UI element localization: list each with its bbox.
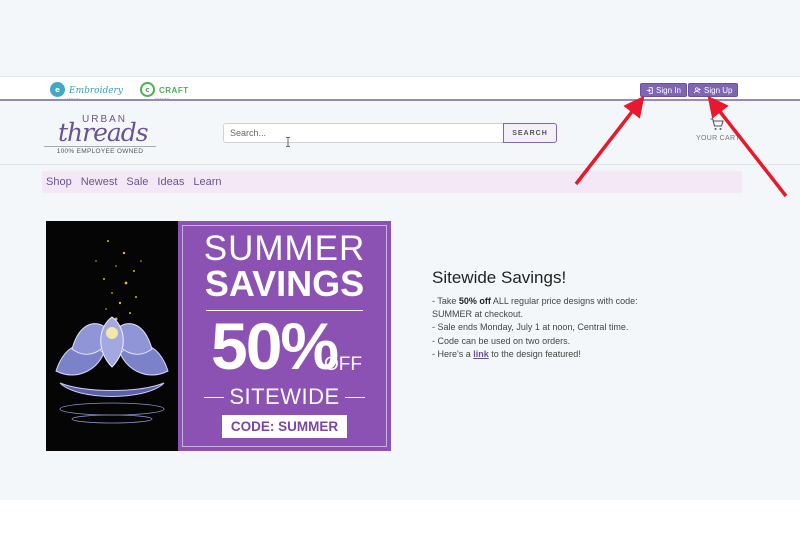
banner-code-badge: CODE: SUMMER xyxy=(222,415,347,438)
sale-line-2: SUMMER at checkout. xyxy=(432,309,524,320)
lotus-design-image xyxy=(46,221,178,451)
embroidery-name: Embroidery xyxy=(69,86,123,96)
design-link[interactable]: link xyxy=(473,349,489,359)
header-divider xyxy=(0,164,800,165)
text-cursor-icon xyxy=(286,137,290,147)
search-form: SEARCH xyxy=(223,123,557,143)
nav-learn[interactable]: Learn xyxy=(193,176,221,188)
embroidery-sub: LIBRARY xyxy=(65,97,81,101)
craft-name: CRAFT xyxy=(159,86,189,95)
cart-icon xyxy=(710,118,724,130)
sale-line-1-bold: 50% off xyxy=(458,296,491,306)
craft-sub: FEEDER xyxy=(155,97,170,101)
embroidery-logo-text: Embroidery LIBRARY xyxy=(65,78,123,102)
banner-promo-panel: SUMMER SAVINGS 50% OFF SITEWIDE CODE: SU… xyxy=(178,221,391,451)
sale-line-1-post: ALL regular price designs with code: xyxy=(490,296,638,306)
sale-info: Sitewide Savings! - Take 50% off ALL reg… xyxy=(432,268,722,361)
sign-up-button[interactable]: Sign Up xyxy=(688,83,739,97)
nav-sale[interactable]: Sale xyxy=(126,176,148,188)
nav-newest[interactable]: Newest xyxy=(81,176,118,188)
banner-off-text: OFF xyxy=(324,354,362,375)
ed-logo-icon: e xyxy=(50,82,65,97)
nav-ideas[interactable]: Ideas xyxy=(157,176,184,188)
banner-summer-text: SUMMER xyxy=(203,229,366,268)
screenshot-stage: e Embroidery LIBRARY c CRAFT FEEDER Sign… xyxy=(0,0,800,533)
craft-feeder-link[interactable]: c CRAFT FEEDER xyxy=(140,78,189,101)
craft-logo-icon: c xyxy=(140,82,155,97)
logo-tagline: 100% EMPLOYEE OWNED xyxy=(44,146,156,155)
banner-percent-text: 50% xyxy=(211,309,339,383)
nav-shop[interactable]: Shop xyxy=(46,176,72,188)
sign-in-label: Sign In xyxy=(656,85,681,95)
add-user-icon xyxy=(694,86,701,93)
partner-bar: e Embroidery LIBRARY c CRAFT FEEDER Sign… xyxy=(0,76,800,101)
logo-threads-text: threads xyxy=(58,118,149,147)
cart-link[interactable]: YOUR CART xyxy=(696,118,748,148)
embroidery-library-link[interactable]: e Embroidery LIBRARY xyxy=(50,78,123,102)
sign-in-button[interactable]: Sign In xyxy=(640,83,687,97)
search-input[interactable] xyxy=(223,123,504,143)
sale-line-3: - Sale ends Monday, July 1 at noon, Cent… xyxy=(432,322,629,333)
search-button[interactable]: SEARCH xyxy=(503,123,557,143)
sale-line-5: - Here's a link to the design featured! xyxy=(432,348,722,361)
banner-sitewide-text: SITEWIDE xyxy=(229,384,340,409)
urban-threads-logo[interactable]: URBAN threads 100% EMPLOYEE OWNED xyxy=(44,110,156,158)
cart-label: YOUR CART xyxy=(696,135,740,142)
sale-line-5-post: to the design featured! xyxy=(488,348,581,359)
sale-line-1: - Take 50% off ALL regular price designs… xyxy=(432,295,722,308)
summer-sale-banner[interactable]: SUMMER SAVINGS 50% OFF SITEWIDE CODE: SU… xyxy=(46,221,391,451)
sale-title: Sitewide Savings! xyxy=(432,268,567,287)
sale-line-4: - Code can be used on two orders. xyxy=(432,335,571,346)
sale-line-1-pre: - Take xyxy=(432,296,459,306)
sale-line-5-pre: - Here's a xyxy=(432,348,474,359)
banner-savings-text: SAVINGS xyxy=(204,263,365,304)
sign-up-label: Sign Up xyxy=(704,85,733,95)
main-nav: Shop Newest Sale Ideas Learn xyxy=(42,171,742,193)
web-page: e Embroidery LIBRARY c CRAFT FEEDER Sign… xyxy=(0,0,800,500)
craft-logo-text: CRAFT FEEDER xyxy=(155,78,189,101)
sign-in-icon xyxy=(646,86,653,94)
